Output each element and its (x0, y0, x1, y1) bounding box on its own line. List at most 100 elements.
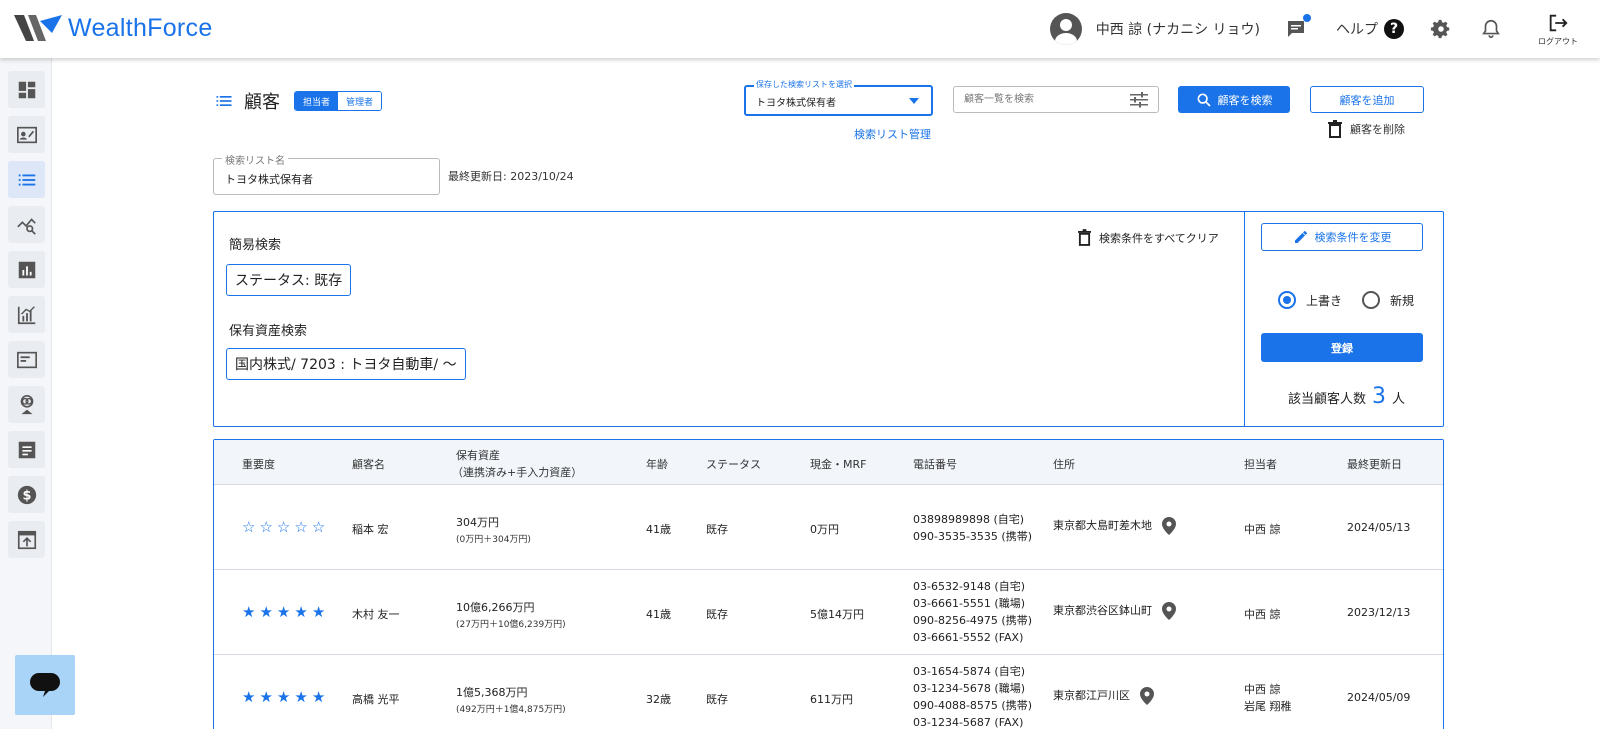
star-outline-icon[interactable]: ☆ (259, 520, 272, 535)
user-name[interactable]: 中西 諒 (ナカニシ リョウ) (1096, 19, 1260, 39)
role-tab-admin[interactable]: 管理者 (338, 92, 382, 110)
analytics-search-icon[interactable] (8, 206, 45, 243)
table-row[interactable]: ★ ★ ★ ★ ★ 木村 友一 10億6,266万円 (27万円＋10億6,239万円)… (214, 570, 1443, 655)
importance-stars[interactable]: ★ ★ ★ ★ ★ (242, 690, 329, 705)
radio-new[interactable] (1362, 291, 1381, 309)
star-filled-icon[interactable]: ★ (277, 690, 290, 705)
help-button[interactable]: ヘルプ ? (1336, 19, 1404, 39)
delete-customer-button[interactable]: 顧客を削除 (1328, 120, 1405, 138)
table-row[interactable]: ★ ★ ★ ★ ★ 高橋 光平 1億5,368万円 (492万円＋1億4,875万円) … (214, 655, 1443, 729)
map-pin-icon[interactable] (1161, 602, 1176, 620)
filter-settings-icon[interactable] (1130, 92, 1148, 108)
star-filled-icon[interactable]: ★ (259, 690, 272, 705)
customer-name[interactable]: 高橋 光平 (352, 691, 400, 707)
add-customer-button[interactable]: 顧客を追加 (1310, 86, 1424, 113)
bar-chart-icon[interactable] (8, 251, 45, 288)
table-header: 重要度 顧客名 保有資産 （連携済み+手入力資産） 年齢 ステータス 現金・MR… (214, 440, 1443, 485)
star-outline-icon[interactable]: ☆ (312, 520, 325, 535)
register-label: 登録 (1331, 341, 1353, 355)
header-manager[interactable]: 担当者 (1244, 456, 1277, 472)
customer-phones: 03-1654-5874 (自宅) 03-1234-5678 (職場) 090-… (913, 663, 1032, 729)
star-filled-icon[interactable]: ★ (294, 690, 307, 705)
list-icon[interactable] (8, 161, 45, 198)
upload-icon[interactable] (8, 521, 45, 558)
bell-icon[interactable] (1480, 18, 1502, 40)
phone-number: 090-4088-8575 (携帯) (913, 699, 1033, 712)
importance-stars[interactable]: ☆ ☆ ☆ ☆ ☆ (242, 520, 329, 535)
header-name[interactable]: 顧客名 (352, 456, 385, 472)
manage-search-list-link[interactable]: 検索リスト管理 (854, 126, 931, 142)
address-text: 東京都大島町差木地 (1053, 519, 1152, 532)
search-list-name-field[interactable]: 検索リスト名 トヨタ株式保有者 (213, 152, 440, 195)
logout-button[interactable]: ログアウト (1530, 12, 1586, 47)
matching-count: 該当顧客人数 3 人 (1288, 384, 1405, 409)
assets-breakdown: (492万円＋1億4,875万円) (456, 705, 566, 715)
search-list-name-legend: 検索リスト名 (222, 152, 288, 167)
contact-card-icon[interactable] (8, 116, 45, 153)
asset-chip[interactable]: 国内株式/ 7203 : トヨタ自動車/ 〜 (226, 348, 466, 380)
help-label: ヘルプ (1336, 22, 1378, 38)
support-chat-button[interactable] (15, 655, 75, 715)
header-address[interactable]: 住所 (1053, 456, 1075, 472)
role-tab-assignee[interactable]: 担当者 (295, 92, 339, 110)
assets-total: 10億6,266万円 (456, 601, 535, 614)
star-filled-icon[interactable]: ★ (312, 690, 325, 705)
star-filled-icon[interactable]: ★ (259, 605, 272, 620)
status-chip[interactable]: ステータス: 既存 (226, 264, 352, 296)
phone-number: 090-3535-3535 (携帯) (913, 530, 1033, 543)
header-updated[interactable]: 最終更新日 (1347, 456, 1402, 472)
star-outline-icon[interactable]: ☆ (277, 520, 290, 535)
role-toggle: 担当者 管理者 (294, 91, 383, 111)
map-pin-icon[interactable] (1161, 517, 1176, 535)
importance-stars[interactable]: ★ ★ ★ ★ ★ (242, 605, 329, 620)
header-status[interactable]: ステータス (706, 456, 761, 472)
help-icon: ? (1384, 19, 1404, 39)
avatar[interactable] (1049, 13, 1082, 45)
clear-all-criteria-button[interactable]: 検索条件をすべてクリア (1078, 229, 1219, 246)
header-age[interactable]: 年齢 (646, 456, 668, 472)
radio-new-label: 新規 (1390, 293, 1415, 308)
trash-icon (1328, 120, 1342, 138)
chat-icon[interactable] (1286, 14, 1311, 40)
dollar-icon[interactable]: $ (8, 476, 45, 513)
register-button[interactable]: 登録 (1261, 333, 1423, 362)
dashboard-icon[interactable] (8, 71, 45, 108)
logout-label: ログアウト (1538, 36, 1578, 46)
table-row[interactable]: ☆ ☆ ☆ ☆ ☆ 稲本 宏 304万円 (0万円＋304万円) 41歳 既存 0万円 … (214, 485, 1443, 570)
save-mode-radio-group: 上書き 新規 (1278, 291, 1434, 309)
star-filled-icon[interactable]: ★ (242, 690, 255, 705)
document-icon[interactable] (8, 431, 45, 468)
star-filled-icon[interactable]: ★ (277, 605, 290, 620)
people-icon[interactable] (8, 386, 45, 423)
saved-search-select[interactable]: 保存した検索リストを選択 トヨタ株式保有者 (744, 79, 933, 116)
star-filled-icon[interactable]: ★ (312, 605, 325, 620)
change-criteria-button[interactable]: 検索条件を変更 (1261, 223, 1423, 251)
growth-chart-icon[interactable] (8, 296, 45, 333)
star-filled-icon[interactable]: ★ (242, 605, 255, 620)
header-phone[interactable]: 電話番号 (913, 456, 957, 472)
customer-address: 東京都渋谷区鉢山町 (1053, 602, 1176, 620)
star-outline-icon[interactable]: ☆ (242, 520, 255, 535)
header-cash[interactable]: 現金・MRF (810, 456, 866, 472)
customer-name[interactable]: 稲本 宏 (352, 521, 389, 537)
gear-icon[interactable] (1430, 18, 1452, 40)
count-value: 3 (1372, 384, 1387, 409)
customer-name[interactable]: 木村 友一 (352, 606, 400, 622)
search-customer-button[interactable]: 顧客を検索 (1178, 86, 1290, 113)
sidebar: $ (0, 58, 52, 729)
header-assets[interactable]: 保有資産 (456, 447, 500, 463)
map-pin-icon[interactable] (1139, 687, 1154, 705)
radio-overwrite[interactable] (1278, 291, 1296, 309)
star-outline-icon[interactable]: ☆ (294, 520, 307, 535)
clear-all-label: 検索条件をすべてクリア (1099, 231, 1219, 245)
saved-search-value: トヨタ株式保有者 (756, 98, 836, 109)
customer-phones: 03898989898 (自宅) 090-3535-3535 (携帯) (913, 511, 1032, 545)
star-filled-icon[interactable]: ★ (294, 605, 307, 620)
panel-icon[interactable] (8, 341, 45, 378)
logo[interactable]: WealthForce (14, 12, 213, 44)
logout-icon (1549, 14, 1568, 31)
asset-search-label: 保有資産検索 (229, 324, 308, 339)
header-importance[interactable]: 重要度 (242, 456, 275, 472)
address-text: 東京都江戸川区 (1053, 689, 1130, 702)
customer-search-input[interactable] (954, 87, 1124, 112)
